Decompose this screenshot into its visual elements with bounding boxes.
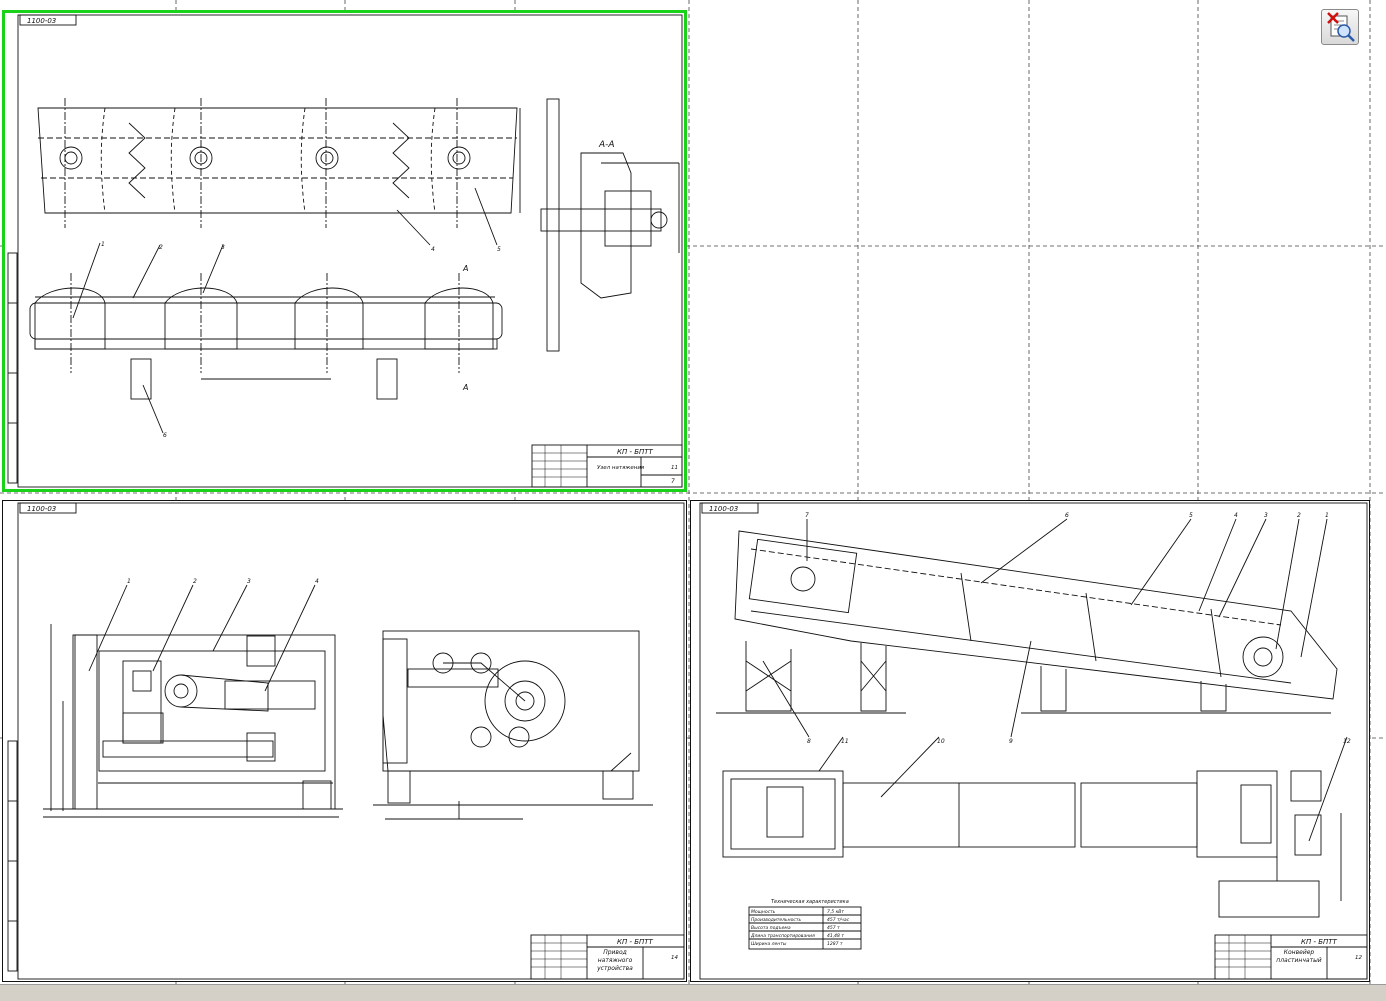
tech-row-label: Мощность	[751, 909, 776, 915]
drawing-viewport[interactable]: 1100-03 КП - БПТТ Узел натяжения 11 А-А …	[0, 0, 1386, 1001]
zoom-close-icon	[1327, 12, 1355, 42]
sheet-tensioner-drawing: 1100-03 КП - БПТТ Узел натяжения 11 А-А …	[7, 14, 683, 488]
title-block-code: КП - БПТТ	[617, 938, 654, 946]
sheet-stamp: 1100-03	[27, 505, 56, 513]
tech-row-label: Длина транспортирования	[750, 933, 815, 939]
callout: 8	[807, 738, 811, 745]
title-block-name: Узел натяжения	[597, 465, 645, 471]
title-block-sheet: 11	[671, 465, 678, 471]
sheet-conveyor[interactable]: 1100-03 КП - БПТТ Конвейер пластинчатый …	[690, 500, 1370, 982]
callout: 3	[247, 578, 251, 585]
tech-row-value: 41,48 т	[827, 933, 844, 939]
callout: 2	[193, 578, 197, 585]
tech-table-title: Техническая характеристика	[771, 899, 849, 905]
callout: 3	[221, 244, 225, 251]
tech-row-label: Производительность	[751, 917, 801, 923]
sheet-stamp: 1100-03	[27, 17, 56, 25]
tech-row-label: Ширина ленты	[751, 941, 787, 947]
callout: 7	[805, 512, 809, 519]
title-block-name-wrap: Привод натяжного устройства	[597, 949, 633, 972]
tech-row-value: 457 т/час	[827, 917, 850, 923]
callout: 6	[1065, 512, 1069, 519]
tech-row-value: 1287 т	[827, 941, 843, 947]
callout: 1	[1325, 512, 1329, 519]
title-block-sheet: 14	[671, 955, 678, 961]
sheet-stamp: 1100-03	[709, 505, 738, 513]
title-block-name: Конвейер пластинчатый	[1276, 949, 1322, 964]
title-block-code: КП - БПТТ	[617, 448, 654, 456]
status-bar	[0, 984, 1386, 1001]
tech-row-value: 457 т	[827, 925, 840, 931]
callout: 5	[1189, 512, 1193, 519]
callout: 9	[1009, 738, 1013, 745]
title-block-name-wrap: Конвейер пластинчатый	[1276, 949, 1322, 964]
callout: 4	[315, 578, 319, 585]
callout: 6	[163, 432, 167, 439]
title-block-name: Привод натяжного устройства	[597, 949, 633, 972]
zoom-preview-button[interactable]	[1321, 9, 1359, 45]
section-label: А-А	[598, 140, 615, 150]
sheet-conveyor-drawing: 1100-03 КП - БПТТ Конвейер пластинчатый …	[699, 502, 1368, 980]
sheet-drive[interactable]: 1100-03 КП - БПТТ Привод натяжного устро…	[2, 500, 687, 982]
callout: 4	[1234, 512, 1238, 519]
callout: 5	[497, 246, 501, 253]
callout: 4	[431, 246, 435, 253]
callout: 3	[1264, 512, 1268, 519]
tech-row-value: 7,5 кВт	[827, 909, 844, 915]
callout: 12	[1343, 738, 1351, 745]
section-mark-bottom: А	[462, 383, 468, 392]
callout: 10	[937, 738, 945, 745]
title-block-code: КП - БПТТ	[1301, 938, 1338, 946]
sheet-drive-drawing: 1100-03 КП - БПТТ Привод натяжного устро…	[7, 502, 685, 980]
callout: 7	[671, 478, 675, 485]
callout: 2	[159, 244, 163, 251]
tech-row-label: Высота подъема	[751, 925, 791, 931]
callout: 11	[841, 738, 849, 745]
section-mark-top: А	[462, 264, 468, 273]
title-block-sheet: 12	[1355, 955, 1362, 961]
sheet-tensioner[interactable]: 1100-03 КП - БПТТ Узел натяжения 11 А-А …	[2, 10, 687, 492]
callout: 1	[101, 241, 105, 248]
callout: 1	[127, 578, 131, 585]
callout: 2	[1297, 512, 1301, 519]
